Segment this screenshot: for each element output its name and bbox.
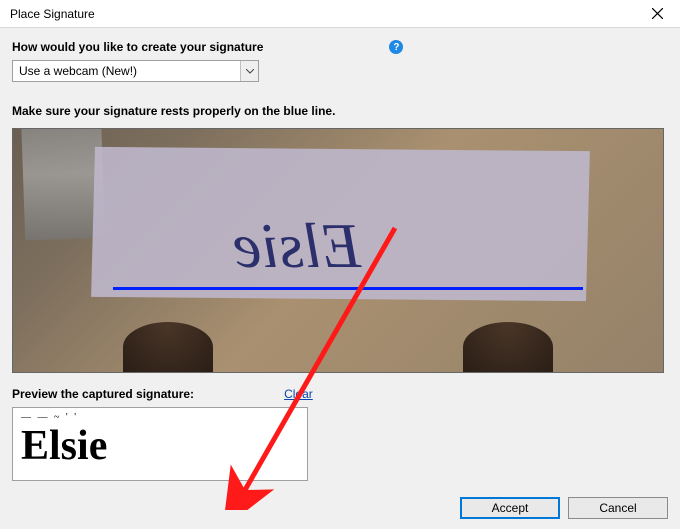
webcam-preview: Elsie: [12, 128, 664, 373]
close-button[interactable]: [642, 3, 672, 25]
guide-line: [113, 287, 583, 290]
accept-button[interactable]: Accept: [460, 497, 560, 519]
close-icon: [652, 8, 663, 19]
accept-button-label: Accept: [492, 501, 529, 515]
dialog-buttons: Accept Cancel: [460, 497, 668, 519]
preview-box: — — ~ ' ' Elsie: [12, 407, 308, 481]
prompt-row: How would you like to create your signat…: [12, 40, 668, 54]
written-signature: Elsie: [233, 209, 361, 283]
titlebar: Place Signature: [0, 0, 680, 28]
clear-link[interactable]: Clear: [284, 387, 313, 401]
dialog-content: How would you like to create your signat…: [0, 28, 680, 481]
chevron-down-icon: [240, 61, 258, 81]
select-value: Use a webcam (New!): [19, 64, 137, 78]
prompt-question: How would you like to create your signat…: [12, 40, 263, 54]
preview-artifact: — — ~ ' ': [21, 412, 299, 423]
cancel-button[interactable]: Cancel: [568, 497, 668, 519]
dialog-title: Place Signature: [10, 7, 95, 21]
preview-signature: Elsie: [21, 425, 299, 467]
signature-method-select[interactable]: Use a webcam (New!): [12, 60, 259, 82]
finger-right: [463, 322, 553, 372]
cancel-button-label: Cancel: [599, 501, 636, 515]
instruction-text: Make sure your signature rests properly …: [12, 104, 668, 118]
preview-label: Preview the captured signature:: [12, 387, 194, 401]
finger-left: [123, 322, 213, 372]
preview-header-row: Preview the captured signature: Clear: [12, 387, 668, 401]
help-icon[interactable]: ?: [389, 40, 403, 54]
